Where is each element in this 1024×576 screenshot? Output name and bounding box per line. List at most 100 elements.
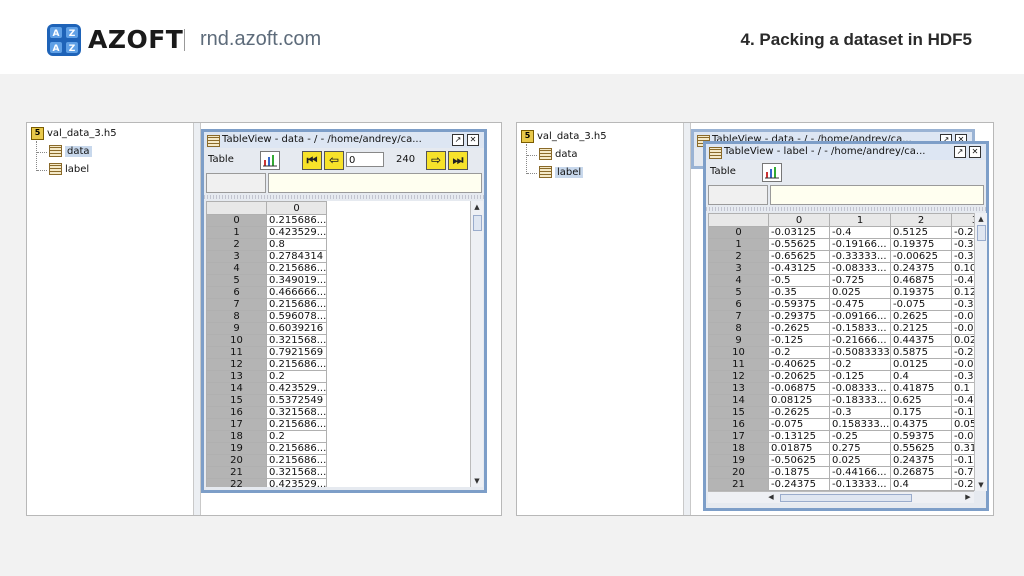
table-cell[interactable]: 0.4375 [890,418,952,431]
tree-root[interactable]: 5 val_data_3.h5 [521,129,607,145]
table-cell[interactable]: 0.596078... [266,310,327,323]
table-cell[interactable]: -0.075 [890,298,952,311]
horizontal-scrollbar[interactable]: ◀ ▶ [708,491,974,503]
maximize-icon[interactable]: ↗ [954,146,966,158]
table-cell[interactable]: -0.4 [829,226,891,239]
table-cell[interactable]: 0.24375 [890,262,952,275]
table-cell[interactable]: -0.40625 [768,358,830,371]
close-icon[interactable]: ✕ [969,146,981,158]
table-cell[interactable]: 0.46875 [890,274,952,287]
table-cell[interactable]: 0.41875 [890,382,952,395]
table-cell[interactable]: -0.34 [951,298,974,311]
row-header[interactable]: 9 [206,322,267,335]
table-cell[interactable]: -0.2 [829,358,891,371]
scroll-thumb[interactable] [977,225,986,241]
row-header[interactable]: 4 [206,262,267,275]
table-cell[interactable]: -0.35 [768,286,830,299]
table-cell[interactable]: 0.55625 [890,442,952,455]
table-cell[interactable]: -0.25 [829,430,891,443]
table-cell[interactable]: -0.20 [951,346,974,359]
row-header[interactable]: 1 [206,226,267,239]
scroll-up-icon[interactable]: ▲ [975,214,987,224]
table-cell[interactable]: -0.2 [951,478,974,491]
table-cell[interactable]: -0.06 [951,310,974,323]
table-cell[interactable]: 0.466666... [266,286,327,299]
row-header[interactable]: 6 [206,286,267,299]
table-cell[interactable]: 0.12 [951,286,974,299]
previous-frame-icon[interactable]: ⇦ [324,151,344,170]
table-cell[interactable]: 0.321568... [266,406,327,419]
table-cell[interactable]: -0.5 [768,274,830,287]
row-header[interactable]: 3 [708,262,769,275]
table-cell[interactable]: 0.6039216 [266,322,327,335]
table-cell[interactable]: 0.625 [890,394,952,407]
table-cell[interactable]: 0.5372549 [266,394,327,407]
table-cell[interactable]: -0.65625 [768,250,830,263]
row-header[interactable]: 13 [206,370,267,383]
row-header[interactable]: 10 [206,334,267,347]
table-cell[interactable]: 0.31 [951,442,974,455]
row-header[interactable]: 0 [206,214,267,227]
table-cell[interactable]: 0.4 [890,478,952,491]
table-cell[interactable]: 0.025 [829,286,891,299]
row-header[interactable]: 17 [708,430,769,443]
row-header[interactable]: 7 [206,298,267,311]
window-titlebar[interactable]: TableView - data - / - /home/andrey/ca..… [204,132,484,148]
table-cell[interactable]: -0.2625 [768,406,830,419]
table-cell[interactable]: -0.1 [951,406,974,419]
row-header[interactable]: 12 [206,358,267,371]
table-cell[interactable]: -0.725 [829,274,891,287]
table-cell[interactable]: -0.29375 [768,310,830,323]
table-cell[interactable]: -0.59375 [768,298,830,311]
table-cell[interactable]: -0.43125 [768,262,830,275]
row-header[interactable]: 12 [708,370,769,383]
resize-grip[interactable] [204,195,484,199]
row-header[interactable]: 16 [708,418,769,431]
scroll-thumb[interactable] [473,215,482,231]
table-cell[interactable]: 0.215686... [266,262,327,275]
table-cell[interactable]: -0.30 [951,250,974,263]
row-header[interactable]: 7 [708,310,769,323]
scroll-up-icon[interactable]: ▲ [471,202,483,212]
table-cell[interactable]: -0.44166... [829,466,891,479]
vertical-scrollbar[interactable]: ▲ ▼ [974,213,987,491]
table-cell[interactable]: 0.24375 [890,454,952,467]
table-cell[interactable]: 0.2125 [890,322,952,335]
row-header[interactable]: 14 [206,382,267,395]
table-cell[interactable]: -0.07 [951,322,974,335]
column-header[interactable]: 0 [266,201,327,215]
table-cell[interactable]: 0.5875 [890,346,952,359]
row-header[interactable]: 19 [708,454,769,467]
tree-item-data[interactable]: data [49,144,92,160]
row-header[interactable]: 1 [708,238,769,251]
next-frame-icon[interactable]: ⇨ [426,151,446,170]
table-cell[interactable]: 0.215686... [266,454,327,467]
table-cell[interactable]: 0.215686... [266,298,327,311]
table-cell[interactable]: -0.33333... [829,250,891,263]
table-cell[interactable]: 0.2625 [890,310,952,323]
table-cell[interactable]: 0.10 [951,262,974,275]
scroll-down-icon[interactable]: ▼ [471,476,483,486]
row-header[interactable]: 14 [708,394,769,407]
table-cell[interactable]: -0.2625 [768,322,830,335]
row-header[interactable]: 19 [206,442,267,455]
table-cell[interactable]: 0.2 [266,370,327,383]
table-cell[interactable]: 0.08125 [768,394,830,407]
split-pane-divider[interactable] [193,123,201,515]
table-cell[interactable]: 0.275 [829,442,891,455]
scroll-right-icon[interactable]: ▶ [963,492,973,502]
row-header[interactable]: 11 [206,346,267,359]
table-cell[interactable]: -0.1875 [768,466,830,479]
column-header[interactable]: 2 [890,213,952,227]
column-header[interactable]: 3 [951,213,974,227]
table-cell[interactable]: -0.125 [829,370,891,383]
table-cell[interactable]: 0.8 [266,238,327,251]
table-cell[interactable]: 0.215686... [266,358,327,371]
split-pane-divider[interactable] [683,123,691,515]
row-header[interactable]: 20 [708,466,769,479]
table-cell[interactable]: -0.03125 [768,226,830,239]
row-header[interactable]: 8 [708,322,769,335]
row-header[interactable]: 18 [708,442,769,455]
tree-item-label[interactable]: label [539,165,584,181]
table-cell[interactable]: -0.72 [951,466,974,479]
